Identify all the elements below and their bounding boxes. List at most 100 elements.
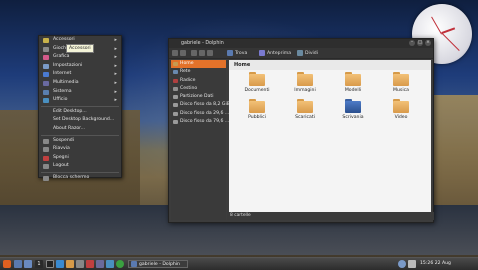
sidebar-item-home[interactable]: Home bbox=[171, 60, 226, 69]
file-item-label: Modelli bbox=[344, 88, 362, 93]
drive-icon bbox=[173, 103, 178, 108]
update-icon[interactable] bbox=[116, 260, 124, 268]
search-icon bbox=[227, 50, 233, 56]
file-item-documenti[interactable]: Documenti bbox=[237, 72, 277, 93]
file-item-modelli[interactable]: Modelli bbox=[333, 72, 373, 93]
sidebar-item-label: Rete bbox=[180, 69, 191, 75]
file-item-musica[interactable]: Musica bbox=[381, 72, 421, 93]
file-item-label: Documenti bbox=[244, 88, 270, 93]
internet-icon bbox=[43, 72, 49, 78]
menu-item-blocca-schermo[interactable]: Blocca schermo bbox=[39, 174, 121, 183]
menu-item-internet[interactable]: Internet ▸ bbox=[39, 70, 121, 79]
maximize-button[interactable]: □ bbox=[417, 40, 423, 46]
sidebar-item-radice[interactable]: Radice bbox=[171, 77, 226, 85]
folder-icon bbox=[393, 72, 409, 86]
icon-view-icon[interactable] bbox=[191, 50, 197, 56]
menu-item-sospendi[interactable]: Sospendi bbox=[39, 137, 121, 146]
window-titlebar[interactable]: gabriele - Dolphin – □ × bbox=[169, 39, 433, 48]
sidebar-item-label: Disco fisso da 79,6 ... bbox=[180, 119, 230, 125]
menu-item-label: Sistema bbox=[53, 88, 72, 94]
menu-item-impostazioni[interactable]: Impostazioni ▸ bbox=[39, 62, 121, 71]
submenu-arrow-icon: ▸ bbox=[114, 37, 117, 43]
clock-minute-hand bbox=[431, 16, 442, 35]
menu-item-ufficio[interactable]: Ufficio ▸ bbox=[39, 96, 121, 105]
network-tray-icon[interactable] bbox=[398, 260, 406, 268]
menu-separator bbox=[41, 105, 119, 107]
menu-separator bbox=[41, 171, 119, 173]
menu-tooltip: Accessori bbox=[66, 44, 94, 53]
file-item-label: Scaricati bbox=[295, 115, 315, 120]
sidebar-item-rete[interactable]: Rete bbox=[171, 68, 226, 76]
file-item-scrivania[interactable]: Scrivania bbox=[333, 99, 373, 120]
email-icon[interactable] bbox=[76, 260, 84, 268]
details-view-icon[interactable] bbox=[199, 50, 205, 56]
window-toolbar: Trova Anteprima Dividi bbox=[169, 48, 433, 59]
accessories-icon bbox=[43, 38, 49, 43]
system-icon bbox=[43, 89, 49, 95]
close-button[interactable]: × bbox=[425, 40, 431, 46]
submenu-arrow-icon: ▸ bbox=[114, 45, 117, 52]
taskbar-task-dolphin[interactable]: gabriele - Dolphin bbox=[128, 260, 188, 268]
volume-tray-icon[interactable] bbox=[408, 260, 416, 268]
file-item-video[interactable]: Video bbox=[381, 99, 421, 120]
menu-item-multimedia[interactable]: Multimedia ▸ bbox=[39, 79, 121, 88]
task-label: gabriele - Dolphin bbox=[139, 262, 180, 267]
folder-launcher-icon[interactable] bbox=[66, 260, 74, 268]
columns-view-icon[interactable] bbox=[207, 50, 213, 56]
menu-item-riavvia[interactable]: Riavvia bbox=[39, 145, 121, 154]
menu-item-grafica[interactable]: Grafica ▸ bbox=[39, 53, 121, 62]
sidebar-item-label: Radice bbox=[180, 77, 196, 83]
menu-item-label: Sospendi bbox=[53, 137, 74, 143]
file-item-pubblici[interactable]: Pubblici bbox=[237, 99, 277, 120]
back-icon[interactable] bbox=[172, 50, 178, 56]
menu-item-label: Ufficio bbox=[53, 97, 68, 103]
browser-icon[interactable] bbox=[56, 260, 64, 268]
media-player-icon[interactable] bbox=[86, 260, 94, 268]
shutdown-icon bbox=[43, 155, 49, 161]
menu-item-logout[interactable]: Logout bbox=[39, 162, 121, 171]
split-button[interactable]: Dividi bbox=[305, 50, 318, 57]
start-menu-icon[interactable] bbox=[3, 260, 11, 268]
file-item-scaricati[interactable]: Scaricati bbox=[285, 99, 325, 120]
workspace-indicator[interactable]: 1 bbox=[35, 260, 43, 268]
menu-item-label: Impostazioni bbox=[53, 62, 83, 68]
clock-hour-hand bbox=[441, 27, 456, 34]
sidebar-item-disk-79gb[interactable]: Disco fisso da 79,6 ... bbox=[171, 118, 230, 126]
drive-icon bbox=[173, 111, 178, 116]
sidebar-item-disk-8gb[interactable]: Disco fisso da 8,2 GiB bbox=[171, 101, 230, 109]
places-sidebar: Home Rete Radice Cestino Partizione Dati… bbox=[171, 60, 230, 220]
menu-item-spegni[interactable]: Spegni bbox=[39, 154, 121, 163]
menu-item-label: Riavvia bbox=[53, 146, 70, 152]
file-item-immagini[interactable]: Immagini bbox=[285, 72, 325, 93]
menu-item-set-desktop-background[interactable]: Set Desktop Background... bbox=[39, 116, 121, 125]
menu-item-label: Internet bbox=[53, 71, 72, 77]
menu-separator bbox=[41, 134, 119, 136]
file-item-label: Immagini bbox=[294, 88, 316, 93]
sidebar-item-disk-29gb[interactable]: Disco fisso da 29,6 ... bbox=[171, 110, 229, 118]
office-launcher-icon[interactable] bbox=[106, 260, 114, 268]
folder-icon bbox=[393, 99, 409, 113]
terminal-icon[interactable] bbox=[46, 260, 54, 268]
menu-item-edit-desktop[interactable]: Edit Desktop... bbox=[39, 108, 121, 117]
minimize-button[interactable]: – bbox=[409, 40, 415, 46]
forward-icon[interactable] bbox=[180, 50, 186, 56]
folder-icon bbox=[249, 99, 265, 113]
window-title: gabriele - Dolphin bbox=[181, 41, 224, 46]
taskbar-clock[interactable]: 15:26 22 Aug bbox=[420, 260, 451, 268]
file-item-label: Pubblici bbox=[248, 115, 266, 120]
application-menu: Accessori ▸ Giochi ▸ Grafica ▸ Impostazioni… bbox=[38, 35, 122, 181]
sidebar-item-partizione-dati[interactable]: Partizione Dati bbox=[171, 93, 226, 101]
search-button[interactable]: Trova bbox=[235, 50, 247, 57]
preview-button[interactable]: Anteprima bbox=[267, 50, 291, 57]
image-viewer-icon[interactable] bbox=[96, 260, 104, 268]
menu-item-about-razor[interactable]: About Razor... bbox=[39, 125, 121, 134]
root-folder-icon bbox=[173, 78, 178, 83]
office-icon bbox=[43, 98, 49, 104]
split-icon bbox=[297, 50, 303, 56]
breadcrumb[interactable]: Home bbox=[231, 61, 250, 69]
show-desktop-icon[interactable] bbox=[14, 260, 22, 268]
status-bar: 8 cartelle bbox=[227, 212, 434, 220]
sidebar-item-cestino[interactable]: Cestino bbox=[171, 85, 226, 93]
file-manager-icon[interactable] bbox=[24, 260, 32, 268]
menu-item-sistema[interactable]: Sistema ▸ bbox=[39, 88, 121, 97]
